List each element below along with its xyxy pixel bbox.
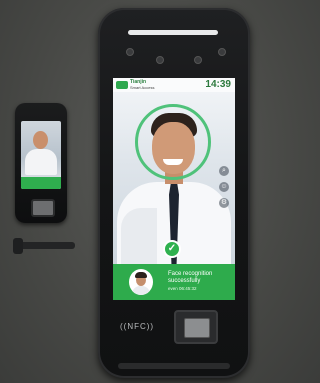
- camera-sensor-left: [126, 48, 134, 56]
- small-fingerprint-reader: [31, 199, 55, 217]
- app-logo: [116, 81, 128, 89]
- search-icon[interactable]: ⌕: [219, 166, 229, 176]
- device-base: [118, 363, 230, 369]
- person-jacket: [121, 208, 157, 266]
- infrared-light-bar: [128, 30, 218, 35]
- thumbnail-hair: [135, 272, 147, 278]
- thumbnail-body: [132, 286, 150, 295]
- small-screen-person-body: [25, 149, 57, 175]
- face-recognition-terminal: Tianjin Smart Access 14:39 ⌕ ☺ ⚙ ✓ Face …: [98, 8, 250, 378]
- result-time: even 06:45:32: [168, 286, 197, 291]
- clock: 14:39: [205, 79, 231, 90]
- result-message: Face recognition successfully: [168, 271, 213, 284]
- small-screen-person-face: [33, 131, 48, 149]
- terminal-screen[interactable]: Tianjin Smart Access 14:39 ⌕ ☺ ⚙ ✓ Face …: [113, 78, 235, 300]
- camera-sensor-right: [194, 56, 202, 64]
- wall-bracket-end: [13, 238, 23, 254]
- small-terminal-screen: [21, 121, 61, 189]
- check-icon: ✓: [163, 240, 181, 258]
- fingerprint-reader[interactable]: [174, 310, 218, 344]
- small-terminal: [15, 103, 67, 223]
- camera-sensor-center: [156, 56, 164, 64]
- camera-sensor-far-right: [218, 48, 226, 56]
- fingerprint-sensor-glass: [184, 318, 210, 338]
- recognition-result-bar: Face recognition successfully even 06:45…: [113, 264, 235, 300]
- status-bar: Tianjin Smart Access 14:39: [113, 78, 235, 92]
- app-subtitle: Smart Access: [130, 85, 155, 90]
- face-icon[interactable]: ☺: [219, 182, 229, 192]
- nfc-label[interactable]: ((NFC)): [120, 322, 154, 331]
- matched-face-thumbnail: [129, 269, 153, 295]
- face-detection-ring: [135, 104, 211, 180]
- settings-icon[interactable]: ⚙: [219, 198, 229, 208]
- small-screen-result-bar: [21, 177, 61, 189]
